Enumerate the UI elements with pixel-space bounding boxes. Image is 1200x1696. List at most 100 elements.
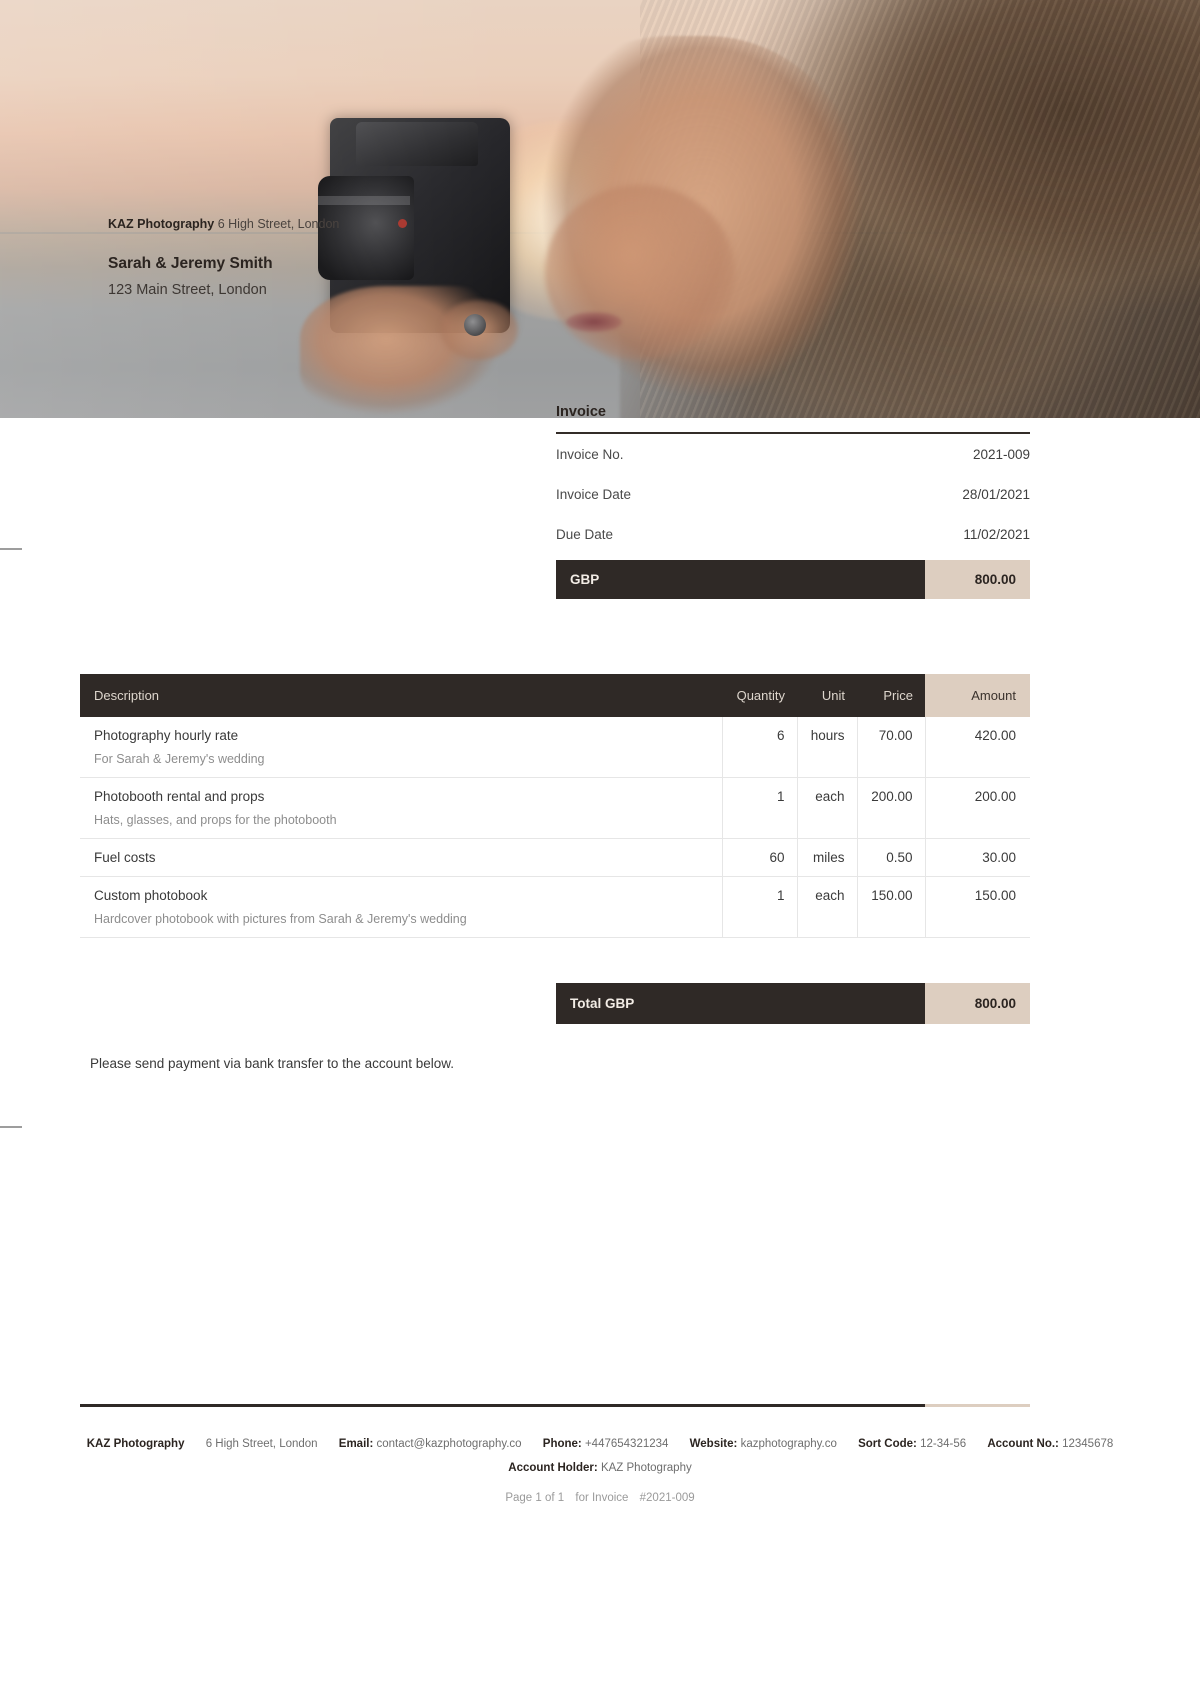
footer: KAZ Photography 6 High Street, London Em… [0,1432,1200,1504]
cell-description: Photography hourly rate For Sarah & Jere… [80,717,723,778]
meta-value-invoice-date: 28/01/2021 [962,486,1030,502]
footer-account-no-value: 12345678 [1062,1438,1114,1450]
meta-row-due-date: Due Date 11/02/2021 [556,514,1030,554]
item-title: Photobooth rental and props [94,789,265,804]
cell-price: 70.00 [857,717,926,778]
sender-company-name: KAZ Photography [108,217,215,231]
item-subtitle: Hardcover photobook with pictures from S… [94,912,467,926]
header-description: Description [80,674,722,717]
footer-page-info: Page 1 of 1 for Invoice #2021-009 [0,1492,1200,1504]
sender-company-address: 6 High Street, London [217,217,340,231]
line-items-table: Description Quantity Unit Price Amount P… [80,674,1030,938]
cell-unit: each [797,876,858,938]
footer-website: Website: kazphotography.co [690,1438,837,1450]
footer-website-value: kazphotography.co [740,1438,837,1450]
face-lips [566,312,622,332]
footer-email: Email: contact@kazphotography.co [339,1438,522,1450]
currency-summary-bar: GBP 800.00 [556,560,1030,599]
cell-price: 200.00 [857,777,926,839]
meta-label-due-date: Due Date [556,526,614,542]
meta-label-invoice-date: Invoice Date [556,486,632,502]
header-unit: Unit [797,674,857,717]
footer-sort-code: Sort Code: 12-34-56 [858,1438,966,1450]
meta-row-invoice-no: Invoice No. 2021-009 [556,434,1030,474]
cell-quantity: 1 [722,777,798,839]
page-title: Invoice [556,404,606,420]
currency-amount: 800.00 [925,560,1030,599]
footer-page-number: Page 1 of 1 [505,1492,565,1504]
hero-banner: KAZ Photography 6 High Street, London Sa… [0,0,1200,418]
cell-description: Fuel costs [80,838,723,877]
total-bar: Total GBP 800.00 [556,983,1030,1024]
currency-label: GBP [556,560,925,599]
cell-amount: 200.00 [925,777,1030,839]
footer-phone-label: Phone: [542,1438,582,1450]
item-subtitle: Hats, glasses, and props for the photobo… [94,813,337,827]
cell-unit: hours [797,717,858,778]
table-row: Custom photobook Hardcover photobook wit… [80,876,1030,938]
footer-contact-line: KAZ Photography 6 High Street, London Em… [0,1432,1200,1456]
footer-phone-value: +447654321234 [584,1438,669,1450]
cell-unit: miles [797,838,858,877]
header-quantity: Quantity [722,674,797,717]
client-name: Sarah & Jeremy Smith [108,255,273,272]
footer-account-no: Account No.: 12345678 [987,1438,1113,1450]
total-value: 800.00 [925,983,1030,1024]
item-title: Photography hourly rate [94,728,239,743]
footer-divider-accent [925,1404,1030,1407]
footer-company: KAZ Photography [87,1438,185,1450]
payment-note: Please send payment via bank transfer to… [90,1056,454,1071]
table-header-row: Description Quantity Unit Price Amount [80,674,1030,717]
cell-price: 150.00 [857,876,926,938]
footer-sort-code-label: Sort Code: [858,1438,917,1450]
address-block: KAZ Photography 6 High Street, London Sa… [108,216,528,300]
hero-photograph [0,0,1200,418]
footer-address: 6 High Street, London [205,1438,318,1450]
cell-unit: each [797,777,858,839]
meta-value-invoice-no: 2021-009 [972,446,1030,462]
cell-description: Custom photobook Hardcover photobook wit… [80,876,723,938]
footer-phone: Phone: +447654321234 [543,1438,669,1450]
header-amount: Amount [925,674,1030,717]
cell-price: 0.50 [857,838,926,877]
header-price: Price [857,674,925,717]
footer-sort-code-value: 12-34-56 [920,1438,967,1450]
item-title: Custom photobook [94,888,208,903]
meta-value-due-date: 11/02/2021 [963,526,1030,542]
footer-divider [80,1404,1030,1407]
footer-account-holder-value: KAZ Photography [600,1462,692,1474]
sender-line: KAZ Photography 6 High Street, London [108,216,528,233]
crop-mark-top [0,548,22,550]
meta-row-invoice-date: Invoice Date 28/01/2021 [556,474,1030,514]
footer-company-name: KAZ Photography [86,1438,185,1450]
footer-account-holder: Account Holder: KAZ Photography [508,1462,691,1474]
table-row: Fuel costs 60 miles 0.50 30.00 [80,838,1030,877]
item-subtitle: For Sarah & Jeremy's wedding [94,752,265,766]
cell-quantity: 6 [722,717,798,778]
invoice-meta-block: Invoice Invoice No. 2021-009 Invoice Dat… [556,404,1030,599]
cell-amount: 30.00 [925,838,1030,877]
cell-amount: 150.00 [925,876,1030,938]
footer-account-holder-label: Account Holder: [508,1462,598,1474]
footer-account-no-label: Account No.: [987,1438,1059,1450]
client-address: 123 Main Street, London [108,282,267,298]
footer-email-label: Email: [338,1438,374,1450]
footer-email-value: contact@kazphotography.co [376,1438,522,1450]
cell-amount: 420.00 [925,717,1030,778]
footer-website-label: Website: [689,1438,738,1450]
footer-invoice-ref: #2021-009 [639,1492,695,1504]
cell-quantity: 60 [722,838,798,877]
meta-label-invoice-no: Invoice No. [556,446,624,462]
cell-quantity: 1 [722,876,798,938]
footer-account-holder-line: Account Holder: KAZ Photography [0,1456,1200,1480]
face-cheek-shading [545,185,735,360]
footer-for-invoice-label: for Invoice [575,1492,629,1504]
footer-divider-dark [80,1404,925,1407]
table-row: Photography hourly rate For Sarah & Jere… [80,717,1030,778]
hero-text-scrim [0,0,520,418]
cell-description: Photobooth rental and props Hats, glasse… [80,777,723,839]
total-label: Total GBP [556,983,925,1024]
crop-mark-bottom [0,1126,22,1128]
item-title: Fuel costs [94,850,156,865]
table-row: Photobooth rental and props Hats, glasse… [80,777,1030,839]
